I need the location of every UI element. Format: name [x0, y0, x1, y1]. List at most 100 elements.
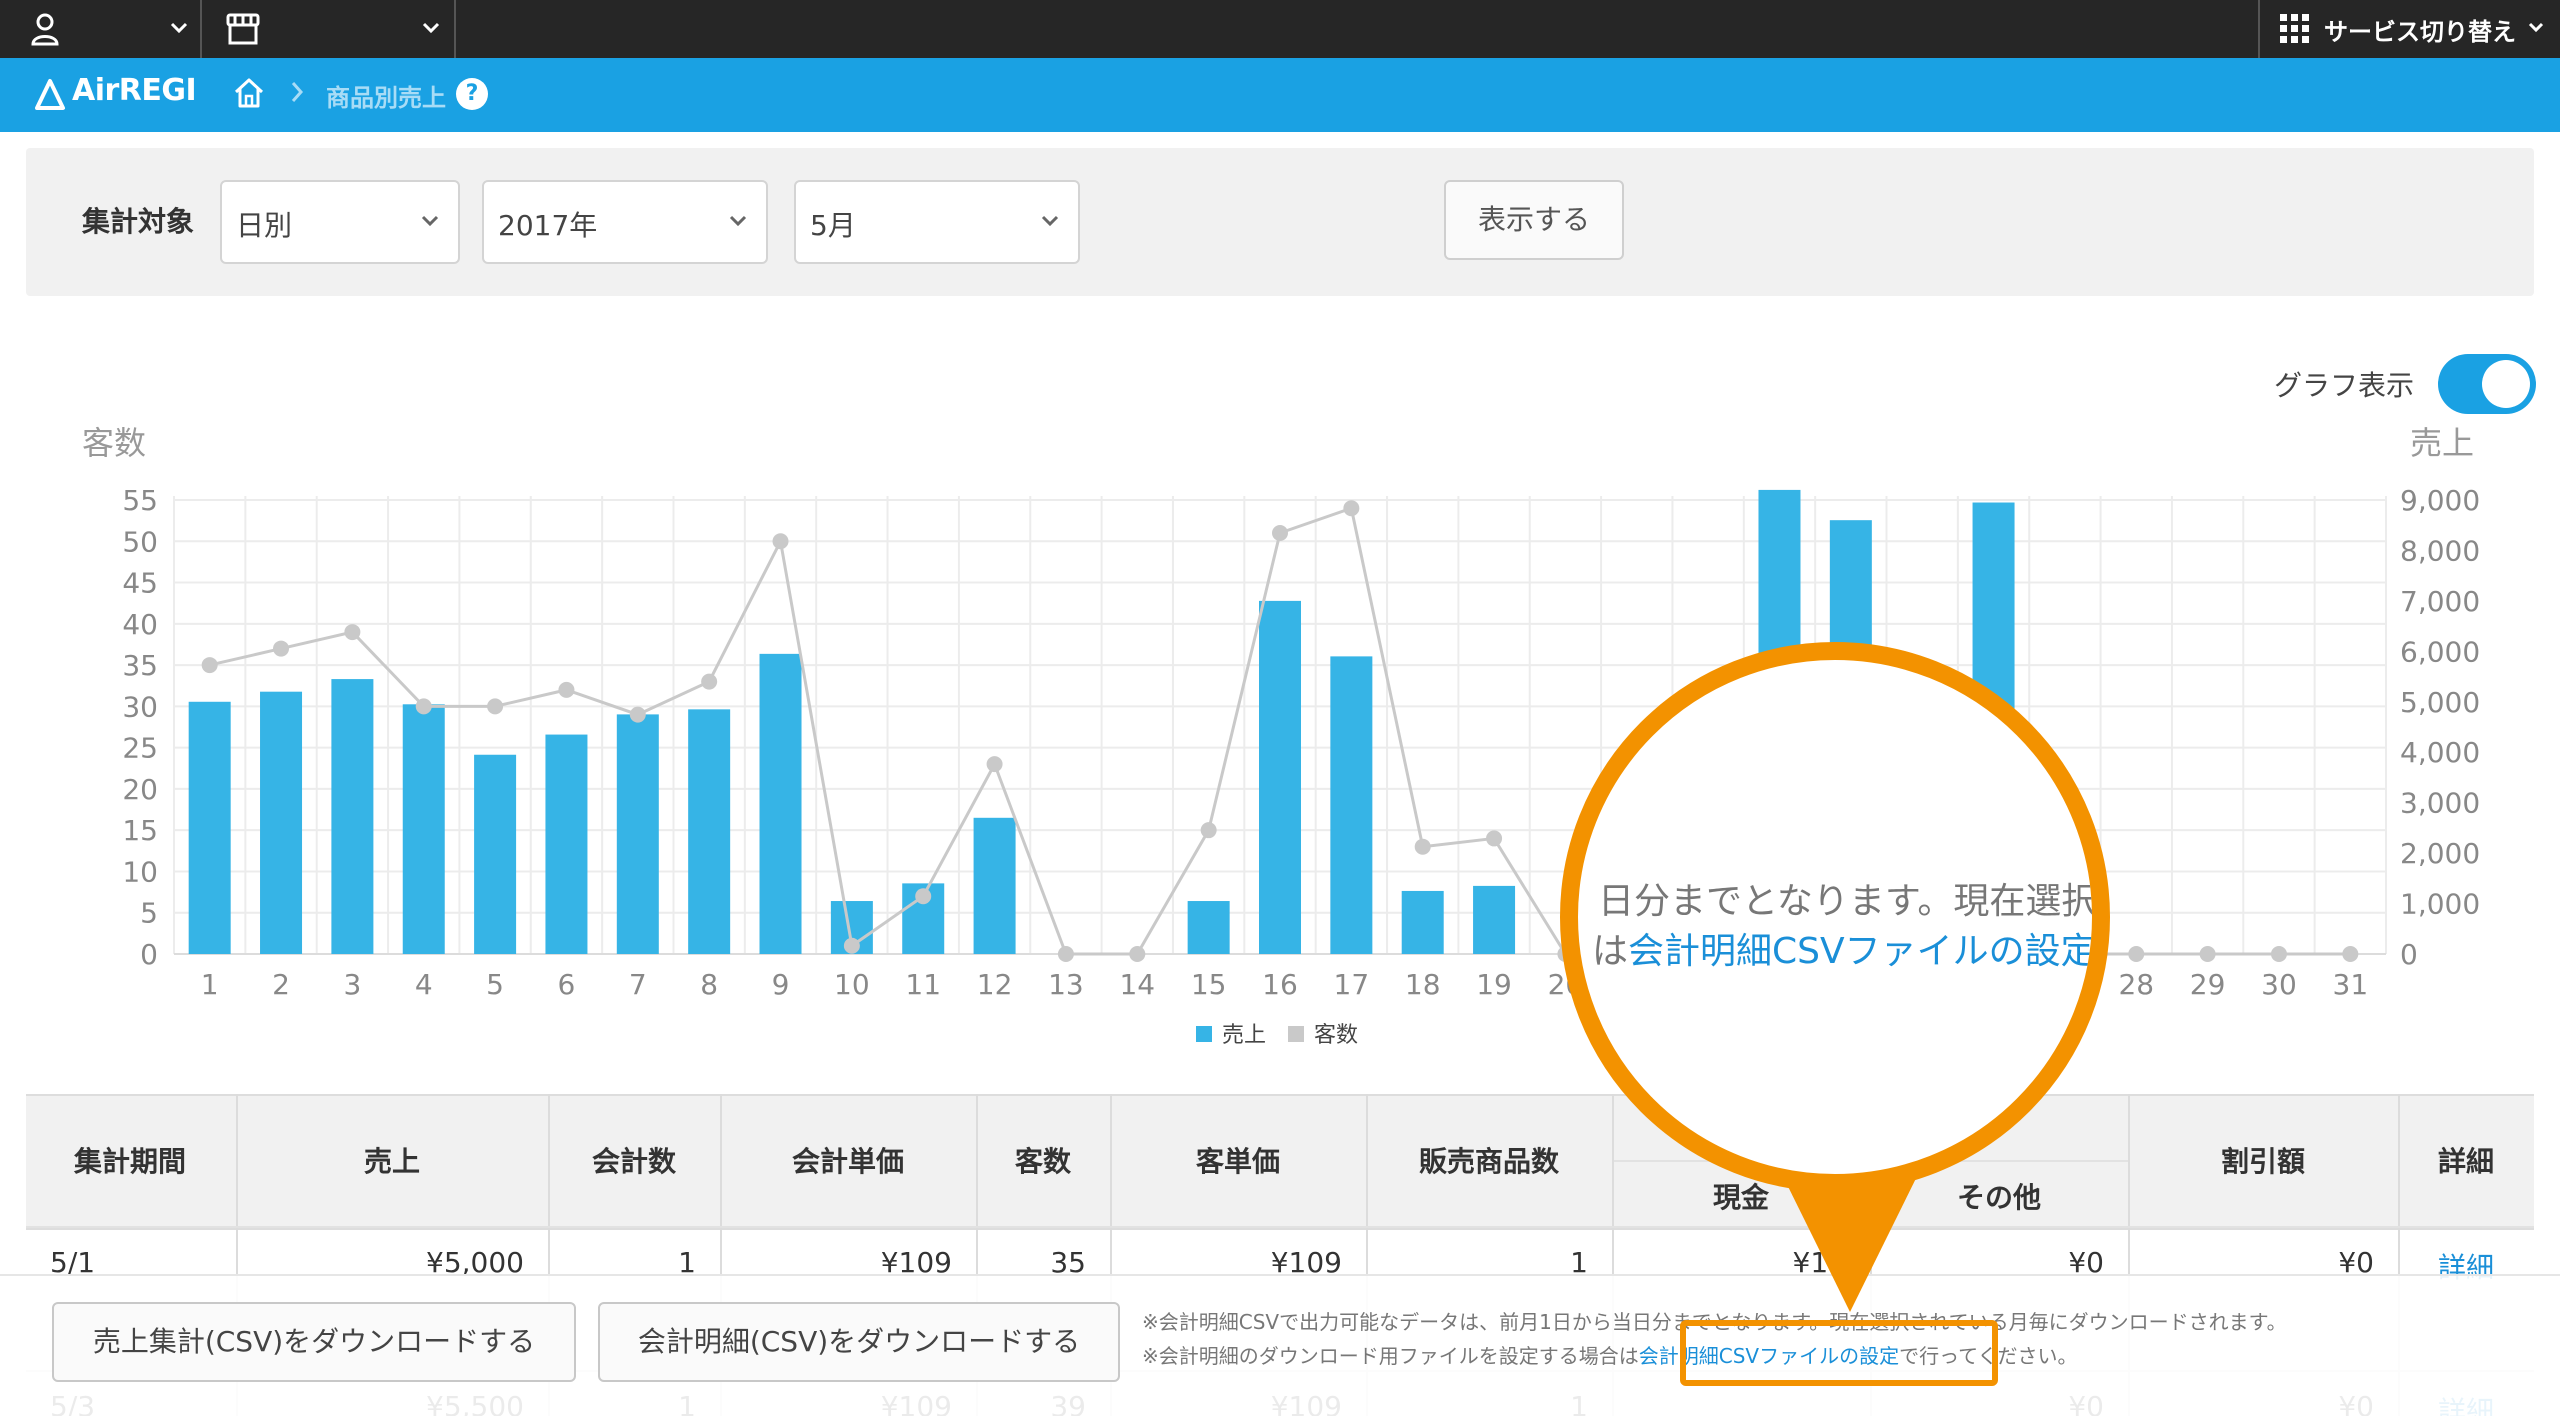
chevron-down-icon — [1041, 215, 1059, 227]
right-axis-title: 売上 — [2410, 424, 2474, 462]
point-customers — [772, 533, 789, 550]
point-customers — [843, 937, 860, 954]
point-customers — [986, 756, 1003, 773]
right-tick-label: 7,000 — [2400, 585, 2480, 618]
toggle-knob — [2482, 360, 2530, 408]
bar-sales — [973, 817, 1016, 954]
legend-label-sales: 売上 — [1222, 1023, 1266, 1048]
header-customer-unit: 客単価 — [1195, 1145, 1281, 1178]
left-tick-label: 50 — [122, 525, 158, 558]
right-tick-label: 5,000 — [2400, 686, 2480, 719]
top-bar: サービス切り替え — [0, 0, 2560, 58]
x-tick-label: 17 — [1334, 968, 1370, 1001]
download-summary-csv-button[interactable]: 売上集計(CSV)をダウンロードする — [52, 1302, 576, 1382]
point-customers — [2128, 946, 2145, 962]
left-tick-label: 55 — [122, 484, 158, 517]
account-menu[interactable] — [0, 0, 202, 58]
grid-icon — [2280, 14, 2309, 43]
header-customers: 客数 — [1014, 1145, 1072, 1178]
right-tick-label: 6,000 — [2400, 635, 2480, 668]
right-tick-label: 4,000 — [2400, 736, 2480, 769]
bar-sales — [688, 709, 731, 954]
right-tick-label: 2,000 — [2400, 837, 2480, 870]
bar-sales — [616, 714, 659, 954]
bar-sales — [759, 653, 802, 954]
right-tick-label: 8,000 — [2400, 534, 2480, 567]
left-tick-label: 5 — [140, 897, 158, 930]
magnified-text-1: 日分までとなります。現在選択さ — [1598, 881, 2110, 922]
store-icon — [226, 13, 260, 45]
download-detail-csv-button[interactable]: 会計明細(CSV)をダウンロードする — [598, 1302, 1120, 1382]
app-header: AirREGI 商品別売上 ? — [0, 58, 2560, 132]
bar-sales — [260, 691, 303, 954]
chevron-down-icon — [2528, 22, 2544, 33]
bar-sales — [545, 734, 588, 954]
header-discount: 割引額 — [2220, 1145, 2306, 1178]
x-tick-label: 30 — [2261, 968, 2297, 1001]
point-customers — [201, 657, 218, 674]
point-customers — [344, 624, 361, 641]
right-tick-label: 0 — [2400, 938, 2418, 971]
sales-chart: 051015202530354045505501,0002,0003,0004,… — [82, 424, 2480, 1048]
magnified-text-2: は会計明細CSVファイルの設定で — [1592, 922, 2097, 974]
point-customers — [1200, 822, 1217, 839]
x-tick-label: 29 — [2190, 968, 2226, 1001]
bar-sales — [1473, 885, 1516, 954]
left-tick-label: 0 — [140, 938, 158, 971]
period-type-value: 日別 — [236, 209, 293, 242]
chevron-down-icon — [170, 22, 188, 34]
x-tick-label: 1 — [201, 968, 219, 1001]
bar-sales — [1259, 600, 1301, 954]
right-tick-label: 9,000 — [2400, 484, 2480, 517]
x-tick-label: 10 — [834, 968, 870, 1001]
right-tick-label: 1,000 — [2400, 888, 2480, 921]
filter-label: 集計対象 — [82, 205, 195, 238]
point-customers — [701, 673, 718, 690]
x-tick-label: 4 — [415, 968, 433, 1001]
right-tick-label: 3,000 — [2400, 787, 2480, 820]
row-divider — [26, 1226, 2534, 1228]
header-unit-price: 会計単価 — [791, 1145, 905, 1178]
left-tick-label: 40 — [122, 608, 158, 641]
month-select[interactable]: 5月 — [794, 180, 1080, 264]
left-tick-label: 15 — [122, 814, 158, 847]
bar-sales — [188, 701, 231, 954]
magnified-prefix: は — [1592, 931, 1629, 972]
point-customers — [1057, 946, 1074, 962]
point-customers — [1486, 830, 1503, 847]
x-tick-label: 5 — [486, 968, 504, 1001]
airregi-logo-icon — [35, 79, 65, 110]
legend-label-customers: 客数 — [1314, 1023, 1358, 1048]
chevron-down-icon — [422, 22, 440, 34]
x-tick-label: 6 — [558, 968, 576, 1001]
header-period: 集計期間 — [73, 1145, 187, 1178]
service-switch-label: サービス切り替え — [2324, 18, 2516, 46]
help-icon[interactable]: ? — [456, 78, 488, 110]
point-customers — [1272, 525, 1288, 542]
left-tick-label: 10 — [122, 855, 158, 888]
point-customers — [558, 681, 575, 698]
user-icon — [31, 13, 59, 46]
show-button[interactable]: 表示する — [1444, 180, 1624, 260]
graph-toggle[interactable] — [2438, 354, 2536, 414]
period-type-select[interactable]: 日別 — [220, 180, 460, 264]
x-tick-label: 8 — [700, 968, 718, 1001]
app-logo-text[interactable]: AirREGI — [72, 73, 197, 108]
header-detail: 詳細 — [2437, 1145, 2495, 1178]
x-tick-label: 13 — [1048, 968, 1084, 1001]
bar-sales — [1401, 890, 1444, 954]
service-switch-menu[interactable]: サービス切り替え — [2258, 0, 2560, 58]
highlight-box — [1680, 1320, 1998, 1386]
store-menu[interactable] — [204, 0, 456, 58]
x-tick-label: 3 — [343, 968, 361, 1001]
csv-note-2-prefix: ※会計明細のダウンロード用ファイルを設定する場合は — [1142, 1344, 1639, 1368]
header-sales: 売上 — [363, 1145, 421, 1178]
year-select[interactable]: 2017年 — [482, 180, 768, 264]
x-tick-label: 14 — [1119, 968, 1155, 1001]
point-customers — [1414, 838, 1431, 855]
home-icon[interactable] — [232, 76, 266, 110]
magnified-csv-settings-link: 会計明細CSVファイルの設定 — [1628, 931, 2097, 972]
graph-toggle-label: グラフ表示 — [2274, 369, 2415, 402]
chevron-right-icon — [291, 82, 304, 102]
left-tick-label: 30 — [122, 690, 158, 723]
